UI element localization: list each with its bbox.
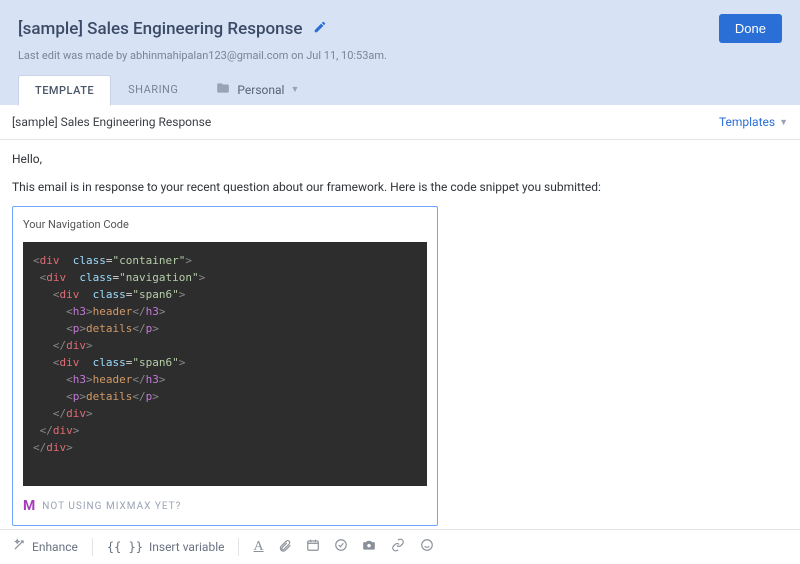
insert-variable-label: Insert variable xyxy=(149,540,225,554)
insert-variable-button[interactable]: {{ }} Insert variable xyxy=(107,540,225,554)
email-body[interactable]: Hello, This email is in response to your… xyxy=(0,140,800,529)
braces-icon: {{ }} xyxy=(107,540,143,554)
greeting: Hello, xyxy=(12,150,788,168)
promo-text: NOT USING MIXMAX YET? xyxy=(42,499,181,514)
chevron-down-icon: ▼ xyxy=(779,117,788,128)
code-box: <div class="container"> <div class="navi… xyxy=(23,242,427,487)
title-row: [sample] Sales Engineering Response Done xyxy=(18,14,782,43)
done-button[interactable]: Done xyxy=(719,14,782,43)
templates-label: Templates xyxy=(719,115,775,129)
emoji-icon[interactable] xyxy=(420,538,434,556)
tab-row: TEMPLATE SHARING Personal ▼ xyxy=(18,74,782,105)
toolbar-divider xyxy=(238,538,239,556)
mixmax-logo-icon: M xyxy=(23,496,36,517)
camera-icon[interactable] xyxy=(362,538,376,556)
last-edit-text: Last edit was made by abhinmahipalan123@… xyxy=(18,49,782,62)
font-icon[interactable]: A xyxy=(253,539,263,555)
template-title: [sample] Sales Engineering Response xyxy=(18,19,303,39)
subject-text: [sample] Sales Engineering Response xyxy=(12,115,211,129)
editor-toolbar: Enhance {{ }} Insert variable A xyxy=(0,529,800,564)
enhance-button[interactable]: Enhance xyxy=(12,538,78,556)
template-header: [sample] Sales Engineering Response Done… xyxy=(0,0,800,105)
code-snippet-card: Your Navigation Code <div class="contain… xyxy=(12,206,438,526)
calendar-icon[interactable] xyxy=(306,538,320,556)
mixmax-promo[interactable]: M NOT USING MIXMAX YET? xyxy=(23,496,427,517)
subject-row: [sample] Sales Engineering Response Temp… xyxy=(0,105,800,140)
folder-label: Personal xyxy=(237,83,284,97)
tab-template[interactable]: TEMPLATE xyxy=(18,75,111,106)
link-icon[interactable] xyxy=(390,538,406,556)
folder-icon xyxy=(215,81,231,98)
intro-text: This email is in response to your recent… xyxy=(12,178,788,196)
chevron-down-icon: ▼ xyxy=(290,84,299,95)
attachment-icon[interactable] xyxy=(278,538,292,556)
code-card-title: Your Navigation Code xyxy=(23,217,427,234)
folder-selector[interactable]: Personal ▼ xyxy=(215,81,299,98)
edit-icon[interactable] xyxy=(313,20,327,38)
tab-sharing[interactable]: SHARING xyxy=(111,74,195,105)
toolbar-divider xyxy=(92,538,93,556)
enhance-label: Enhance xyxy=(32,540,78,554)
wand-icon xyxy=(12,538,26,556)
templates-dropdown[interactable]: Templates ▼ xyxy=(719,115,788,129)
check-circle-icon[interactable] xyxy=(334,538,348,556)
